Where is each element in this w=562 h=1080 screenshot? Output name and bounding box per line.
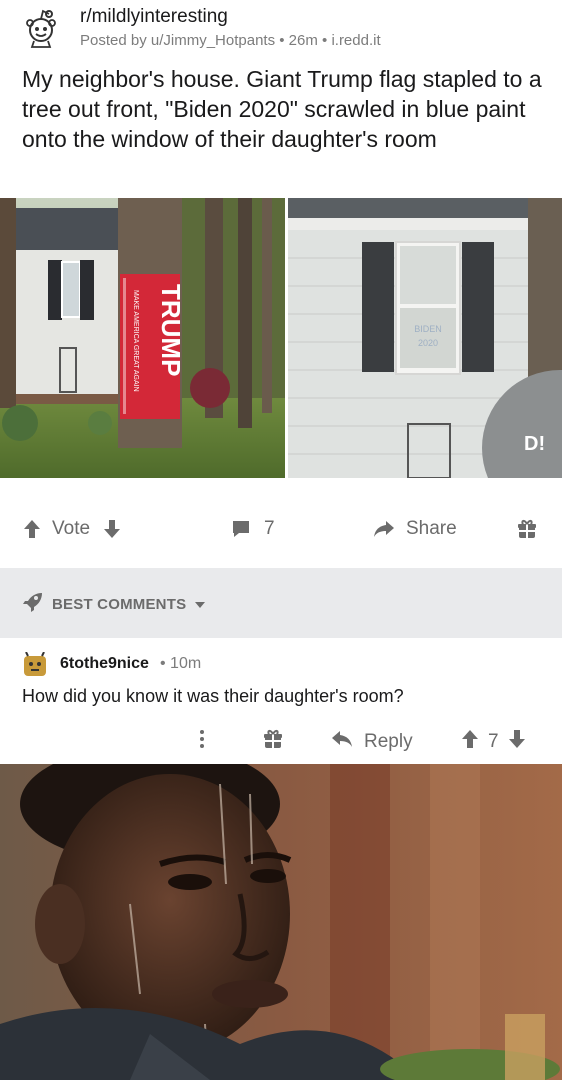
- share-icon: [372, 518, 396, 540]
- vote-label: Vote: [52, 518, 91, 539]
- post-image[interactable]: TRUMP MAKE AMERICA GREAT AGAIN BIDEN 202…: [0, 198, 562, 478]
- post-action-bar: Vote 7 Share: [0, 500, 562, 560]
- reply-icon: [330, 729, 354, 755]
- share-label: Share: [406, 518, 457, 539]
- post-header: r/mildlyinteresting Posted by u/Jimmy_Ho…: [0, 0, 562, 58]
- rocket-icon: [22, 592, 44, 616]
- comment-score: 7: [488, 731, 499, 752]
- user-avatar[interactable]: [22, 651, 48, 678]
- reddit-snoo-icon[interactable]: [22, 8, 60, 48]
- comment-author[interactable]: 6tothe9nice: [60, 655, 149, 673]
- upvote-icon[interactable]: [22, 518, 42, 540]
- comment-count: 7: [264, 518, 275, 539]
- comment-body: How did you know it was their daughter's…: [22, 686, 404, 706]
- reaction-image: [0, 764, 562, 1080]
- reply-button[interactable]: Reply: [330, 728, 413, 756]
- gift-icon: [262, 728, 284, 756]
- award-button[interactable]: [516, 514, 538, 544]
- left-photo: TRUMP MAKE AMERICA GREAT AGAIN: [0, 198, 285, 478]
- comment-award-button[interactable]: [262, 728, 284, 756]
- share-button[interactable]: Share: [372, 514, 457, 544]
- comment-time: • 10m: [160, 655, 202, 672]
- chevron-down-icon: [194, 596, 206, 613]
- more-options-button[interactable]: [196, 728, 208, 756]
- comment: 6tothe9nice • 10m How did you know it wa…: [0, 640, 562, 762]
- sort-label: BEST COMMENTS: [52, 595, 187, 613]
- subreddit-name[interactable]: r/mildlyinteresting: [80, 6, 228, 28]
- comment-sort-bar[interactable]: BEST COMMENTS: [0, 568, 562, 638]
- post-meta: Posted by u/Jimmy_Hotpants • 26m • i.red…: [80, 32, 381, 49]
- upvote-icon[interactable]: [460, 728, 480, 756]
- downvote-icon[interactable]: [102, 518, 122, 540]
- flag-subtext: MAKE AMERICA GREAT AGAIN: [132, 290, 139, 392]
- gift-icon: [516, 518, 538, 540]
- vote-group: Vote: [22, 514, 122, 544]
- right-photo: BIDEN 2020 D!: [288, 198, 562, 478]
- comment-icon: [230, 518, 252, 540]
- reply-label: Reply: [364, 731, 413, 752]
- comments-button[interactable]: 7: [230, 514, 275, 544]
- post-title[interactable]: My neighbor's house. Giant Trump flag st…: [22, 64, 542, 154]
- corner-text: D!: [524, 433, 545, 455]
- sort-selector[interactable]: BEST COMMENTS: [22, 592, 206, 616]
- window-text-line1: BIDEN: [414, 324, 442, 334]
- window-text-line2: 2020: [418, 338, 438, 348]
- downvote-icon[interactable]: [507, 728, 527, 756]
- comment-vote-group: 7: [460, 728, 527, 756]
- more-vertical-icon: [196, 728, 208, 756]
- flag-text: TRUMP: [156, 284, 186, 376]
